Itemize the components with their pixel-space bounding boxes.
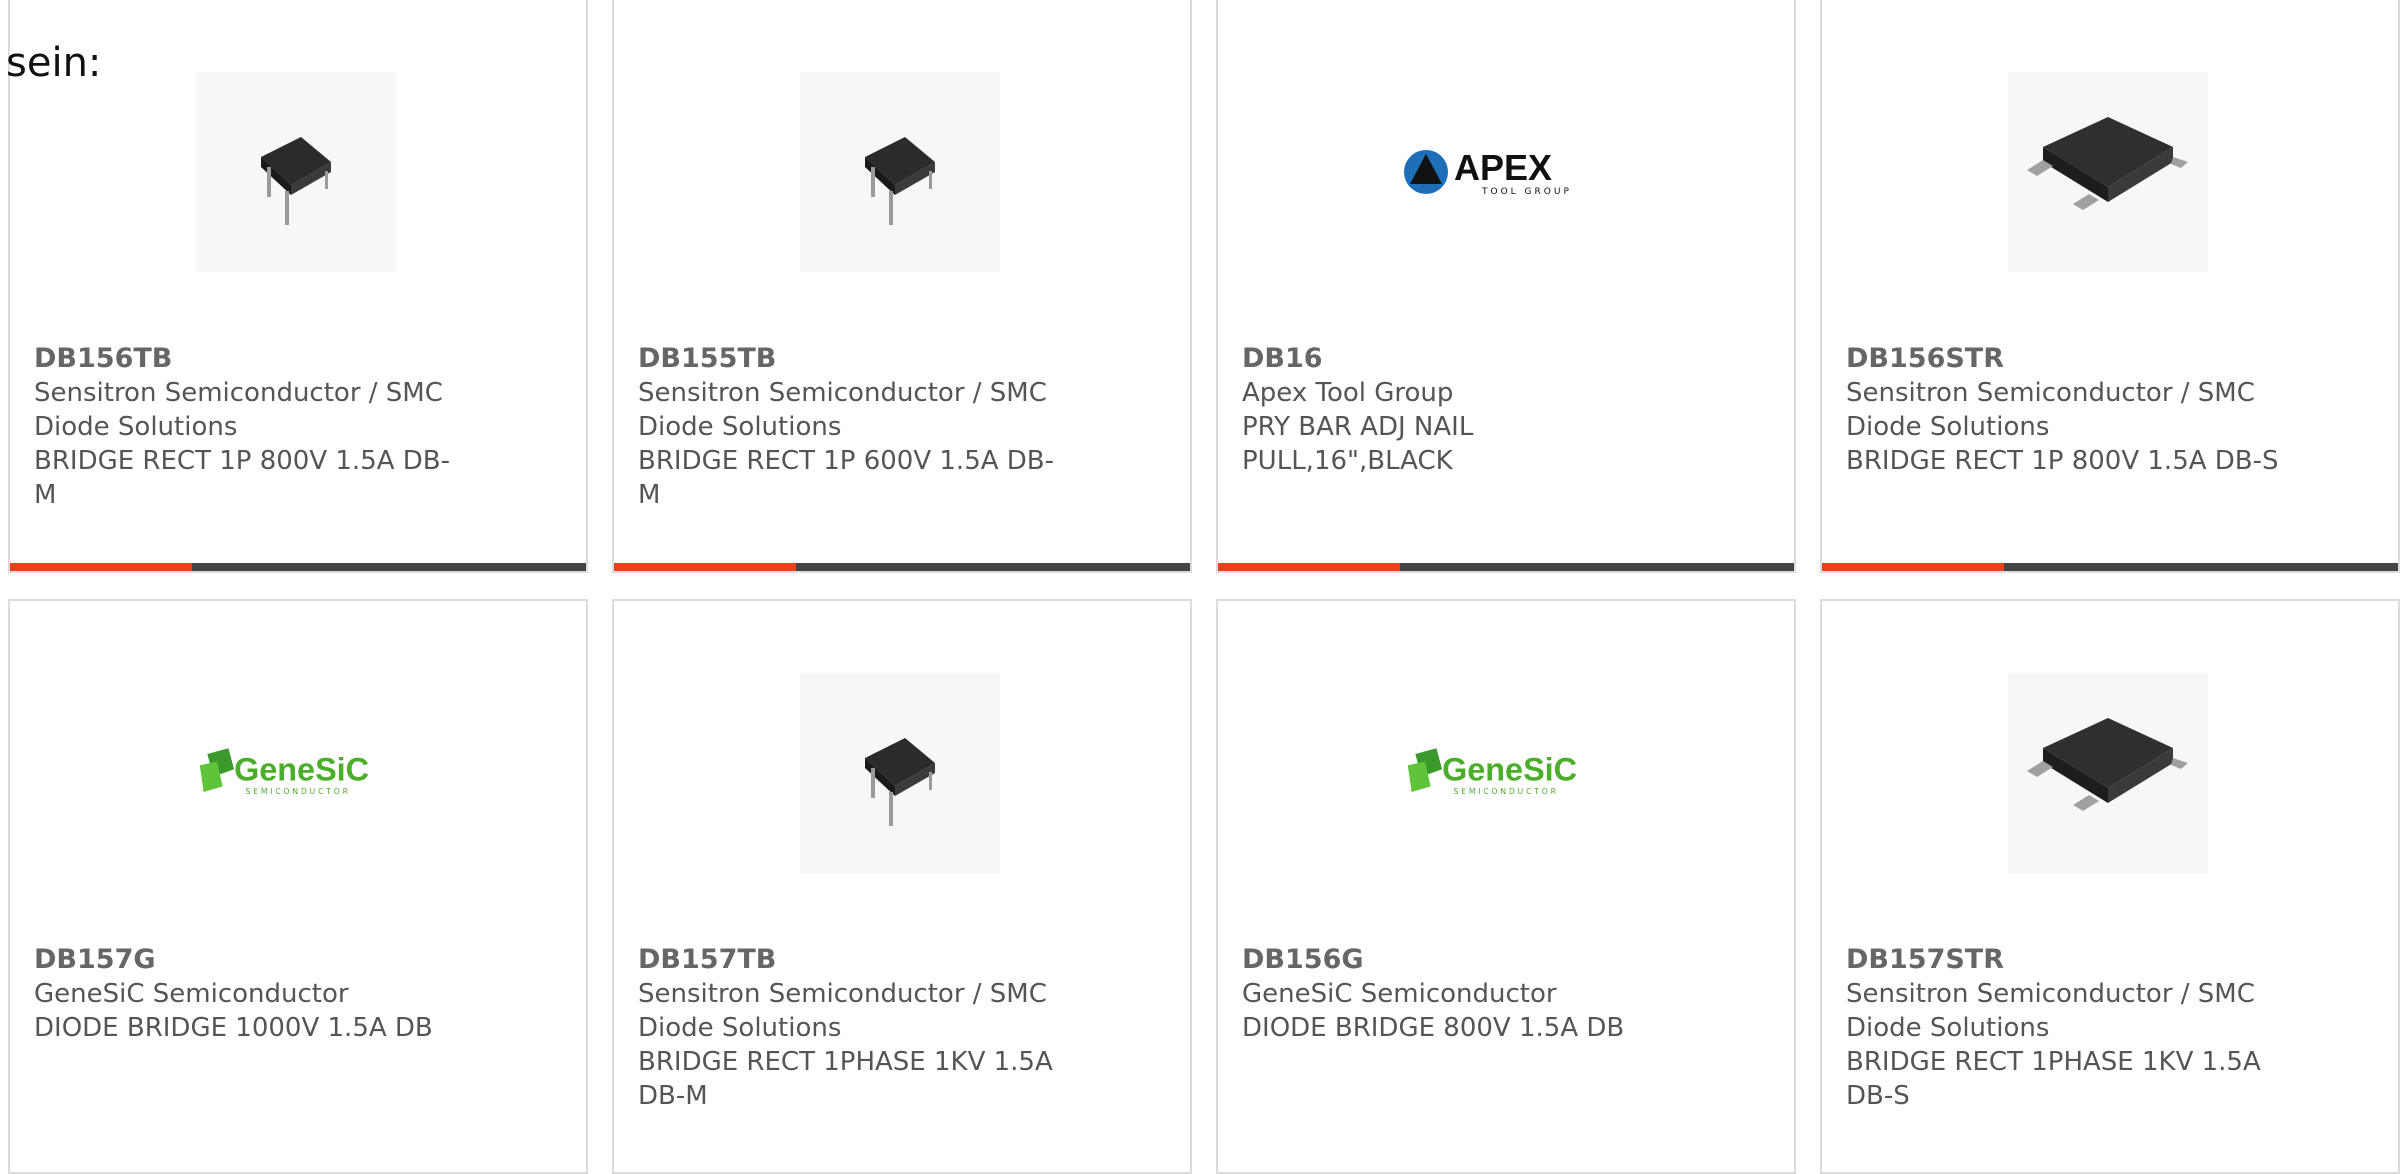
genesic-logo[interactable]: GeneSiC SEMICONDUCTOR [1404,673,1604,873]
product-description: PRY BAR ADJ NAIL PULL,16",BLACK [1242,412,1474,476]
card-bottom-bar [614,563,1190,571]
dip-bridge-icon[interactable] [800,673,1000,873]
product-description: DIODE BRIDGE 1000V 1.5A DB [34,1013,433,1043]
product-card[interactable]: DB156STR Sensitron Semiconductor / SMC D… [1820,0,2400,573]
card-bottom-bar [10,563,586,571]
manufacturer-name: Sensitron Semiconductor / SMC Diode Solu… [638,979,1047,1043]
manufacturer-name: Apex Tool Group [1242,378,1454,408]
dip-bridge-icon[interactable] [800,72,1000,272]
manufacturer-name: Sensitron Semiconductor / SMC Diode Solu… [1846,979,2255,1043]
product-description: BRIDGE RECT 1P 800V 1.5A DB-S [1846,446,2279,476]
product-grid: DB156TB Sensitron Semiconductor / SMC Di… [0,0,2400,1174]
apex-logo-sub: TOOL GROUP [1481,187,1572,197]
card-accent-bar [614,563,796,571]
part-number-link[interactable]: DB157G [34,943,464,977]
genesic-logo[interactable]: GeneSiC SEMICONDUCTOR [196,673,396,873]
product-card[interactable]: DB157STR Sensitron Semiconductor / SMC D… [1820,599,2400,1174]
product-description: BRIDGE RECT 1PHASE 1KV 1.5A DB-M [638,1047,1053,1111]
manufacturer-name: Sensitron Semiconductor / SMC Diode Solu… [1846,378,2255,442]
product-card[interactable]: APEX TOOL GROUP DB16 Apex Tool Group PRY… [1216,0,1796,573]
product-card[interactable]: DB157TB Sensitron Semiconductor / SMC Di… [612,599,1192,1174]
part-number-link[interactable]: DB157STR [1846,943,2276,977]
part-number-link[interactable]: DB16 [1242,342,1672,376]
section-label: sein: [6,40,102,86]
genesic-logo-sub: SEMICONDUCTOR [246,787,351,796]
part-number-link[interactable]: DB156TB [34,342,464,376]
card-accent-bar [1218,563,1400,571]
part-number-link[interactable]: DB156G [1242,943,1672,977]
card-bottom-bar [1822,563,2398,571]
product-description: BRIDGE RECT 1P 800V 1.5A DB-M [34,446,451,510]
smd-bridge-icon[interactable] [2008,72,2208,272]
part-number-link[interactable]: DB155TB [638,342,1068,376]
manufacturer-name: Sensitron Semiconductor / SMC Diode Solu… [34,378,443,442]
genesic-logo-text: GeneSiC [234,752,369,788]
product-card[interactable]: GeneSiC SEMICONDUCTOR DB157G GeneSiC Sem… [8,599,588,1174]
genesic-logo-text: GeneSiC [1442,752,1577,788]
part-number-link[interactable]: DB157TB [638,943,1068,977]
card-accent-bar [1822,563,2004,571]
part-number-link[interactable]: DB156STR [1846,342,2276,376]
apex-logo[interactable]: APEX TOOL GROUP [1404,72,1604,272]
product-card[interactable]: DB155TB Sensitron Semiconductor / SMC Di… [612,0,1192,573]
card-accent-bar [10,563,192,571]
product-card[interactable]: GeneSiC SEMICONDUCTOR DB156G GeneSiC Sem… [1216,599,1796,1174]
manufacturer-name: GeneSiC Semiconductor [34,979,349,1009]
dip-bridge-icon[interactable] [196,72,396,272]
genesic-logo-sub: SEMICONDUCTOR [1454,787,1559,796]
smd-bridge-icon[interactable] [2008,673,2208,873]
product-description: BRIDGE RECT 1PHASE 1KV 1.5A DB-S [1846,1047,2261,1111]
card-bottom-bar [1218,563,1794,571]
product-description: DIODE BRIDGE 800V 1.5A DB [1242,1013,1625,1043]
apex-logo-text: APEX [1454,147,1552,188]
product-description: BRIDGE RECT 1P 600V 1.5A DB-M [638,446,1055,510]
manufacturer-name: GeneSiC Semiconductor [1242,979,1557,1009]
manufacturer-name: Sensitron Semiconductor / SMC Diode Solu… [638,378,1047,442]
